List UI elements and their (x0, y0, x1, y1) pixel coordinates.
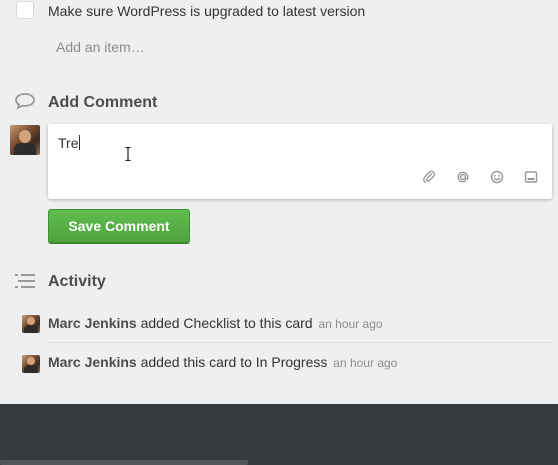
activity-divider (48, 342, 554, 343)
emoji-icon[interactable] (489, 170, 505, 186)
footer-overlay (0, 404, 558, 465)
checklist-item-label[interactable]: Make sure WordPress is upgraded to lates… (48, 3, 365, 19)
activity-user[interactable]: Marc Jenkins (48, 315, 137, 331)
save-comment-button[interactable]: Save Comment (48, 209, 190, 243)
activity-time[interactable]: an hour ago (318, 317, 382, 331)
comment-icon (14, 92, 36, 115)
activity-title: Activity (48, 273, 106, 290)
activity-avatar (22, 315, 40, 333)
activity-action: added this card to In Progress (140, 354, 328, 370)
activity-time[interactable]: an hour ago (333, 356, 397, 370)
mention-icon[interactable] (455, 170, 471, 186)
horizontal-scrollbar[interactable] (0, 460, 248, 465)
comment-text: Tre (58, 135, 79, 151)
comment-input[interactable]: Tre (48, 124, 552, 199)
attachment-icon[interactable] (421, 170, 437, 186)
activity-item: Marc Jenkins added Checklist to this car… (48, 315, 383, 331)
activity-icon (14, 272, 36, 295)
checklist-item-checkbox[interactable] (16, 1, 34, 19)
text-cursor-icon (125, 146, 131, 162)
card-icon[interactable] (523, 170, 539, 186)
activity-action: added Checklist to this card (140, 315, 313, 331)
activity-avatar (22, 355, 40, 373)
activity-item: Marc Jenkins added this card to In Progr… (48, 354, 397, 370)
activity-user[interactable]: Marc Jenkins (48, 354, 137, 370)
add-checklist-item-link[interactable]: Add an item… (56, 39, 145, 55)
text-caret (79, 135, 81, 150)
avatar (10, 125, 40, 155)
add-comment-title: Add Comment (48, 94, 158, 111)
